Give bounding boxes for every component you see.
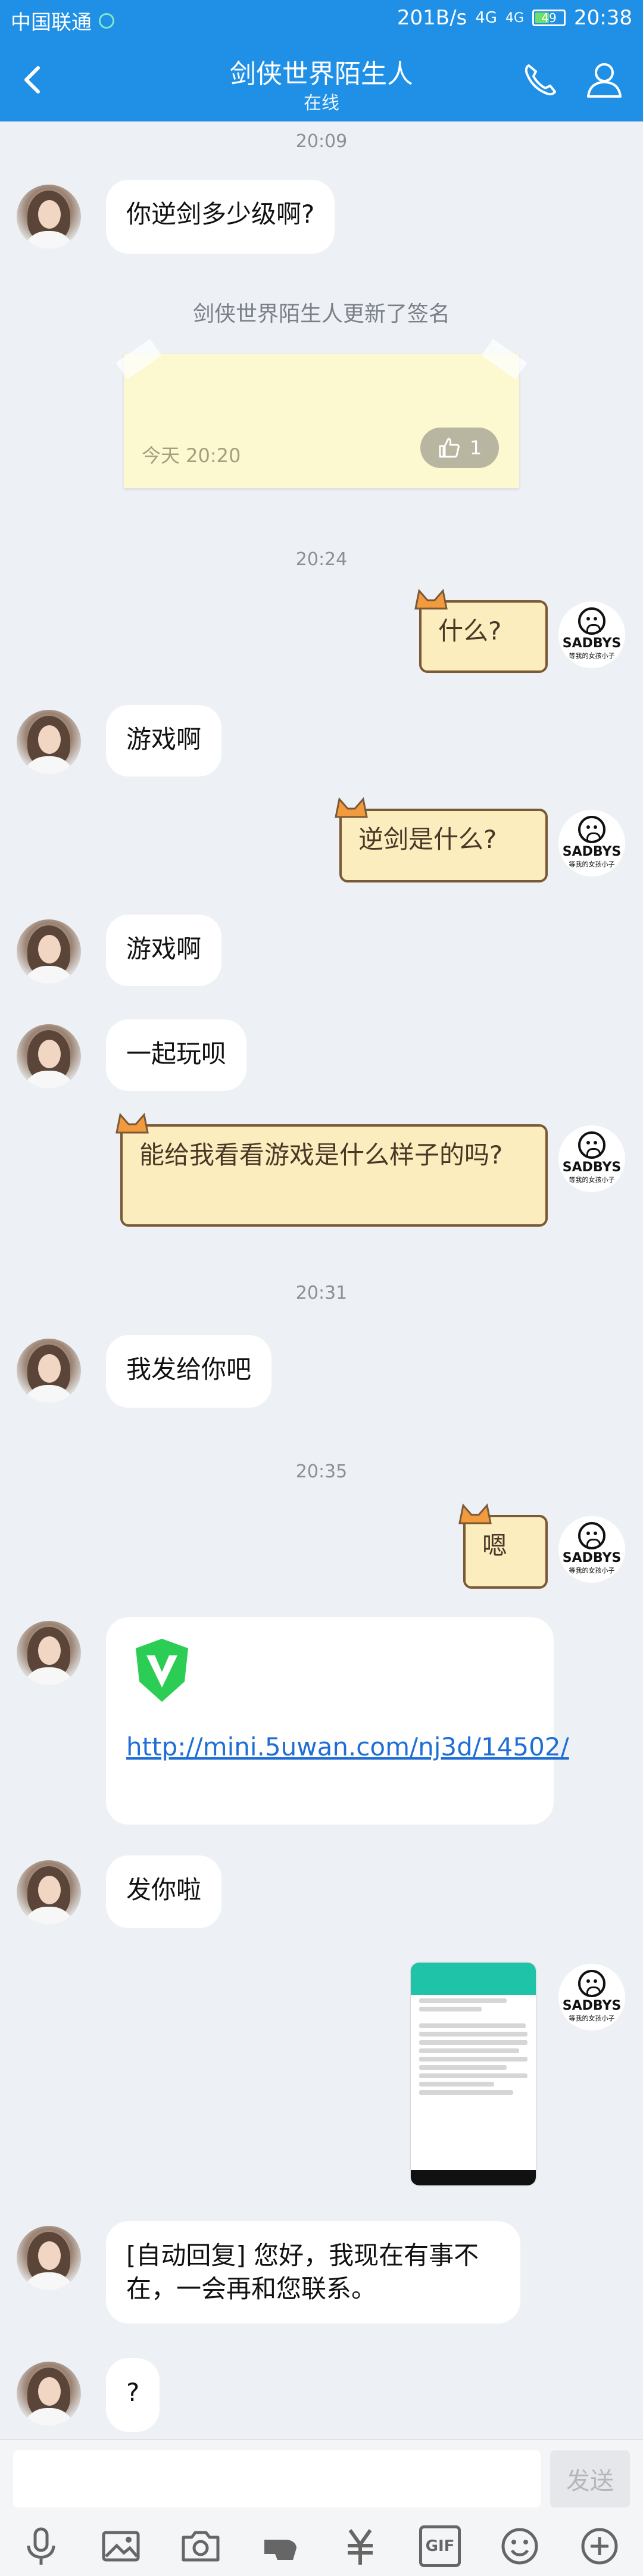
- image-icon[interactable]: [100, 2525, 142, 2567]
- chat-header: 剑侠世界陌生人 在线: [0, 39, 643, 121]
- message-text: 嗯: [482, 1531, 508, 1560]
- message-bubble-incoming[interactable]: [自动回复] 您好，我现在有事不在，一会再和您联系。: [106, 2221, 520, 2324]
- avatar-tag-text: 等我的女孩小子: [569, 1176, 615, 1184]
- message-bubble-incoming[interactable]: 游戏啊: [106, 915, 222, 986]
- avatar-tag-text: 等我的女孩小子: [569, 860, 615, 868]
- timestamp: 20:24: [295, 549, 348, 570]
- contact-avatar[interactable]: [17, 1024, 81, 1089]
- yuan-icon[interactable]: [339, 2525, 381, 2567]
- profile-icon[interactable]: [583, 58, 625, 100]
- message-bubble-incoming[interactable]: 你逆剑多少级啊?: [106, 180, 335, 254]
- my-avatar[interactable]: SADBYS 等我的女孩小子: [558, 1964, 625, 2031]
- message-text: 逆剑是什么?: [358, 825, 497, 854]
- battery-icon: 49: [532, 10, 566, 26]
- status-bar: 中国联通 201B/s 4G 4G 49 20:38: [0, 0, 643, 39]
- timestamp: 20:31: [295, 1283, 348, 1303]
- avatar-tag-text: 等我的女孩小子: [569, 2014, 615, 2022]
- thumbs-up-icon: [439, 438, 460, 458]
- contact-avatar[interactable]: [17, 1860, 81, 1925]
- avatar-brand-text: SADBYS: [562, 844, 622, 859]
- message-bubble-link[interactable]: http://mini.5uwan.com/nj3d/14502/: [106, 1617, 569, 1825]
- timestamp: 20:35: [295, 1461, 348, 1482]
- emoji-icon[interactable]: [499, 2525, 541, 2567]
- message-bubble-incoming[interactable]: 我发给你吧: [106, 1335, 272, 1408]
- message-link[interactable]: http://mini.5uwan.com/nj3d/14502/: [126, 1732, 569, 1761]
- contact-avatar[interactable]: [17, 185, 81, 249]
- message-bubble-incoming[interactable]: 发你啦: [106, 1855, 222, 1928]
- message-bubble-outgoing[interactable]: 能给我看看游戏是什么样子的吗?: [116, 1112, 548, 1227]
- note-date: 今天 20:20: [142, 444, 241, 467]
- message-text: 能给我看看游戏是什么样子的吗?: [139, 1140, 503, 1170]
- phone-call-icon[interactable]: [520, 61, 560, 100]
- composer-toolbar: GIF: [0, 2519, 643, 2573]
- message-bubble-outgoing[interactable]: 什么?: [414, 588, 548, 673]
- message-bubble-incoming[interactable]: ?: [106, 2358, 160, 2432]
- my-avatar[interactable]: SADBYS 等我的女孩小子: [558, 601, 625, 668]
- battery-level: 49: [541, 11, 557, 25]
- message-bubble-outgoing[interactable]: 嗯: [458, 1503, 548, 1589]
- message-bubble-outgoing[interactable]: 逆剑是什么?: [335, 797, 548, 882]
- contact-avatar[interactable]: [17, 1621, 81, 1685]
- network-type: 4G: [475, 9, 497, 27]
- contact-avatar[interactable]: [17, 2226, 81, 2290]
- system-notice: 剑侠世界陌生人更新了签名: [192, 302, 450, 326]
- avatar-brand-text: SADBYS: [562, 1551, 622, 1565]
- my-avatar[interactable]: SADBYS 等我的女孩小子: [558, 1125, 625, 1192]
- signature-note-card[interactable]: 今天 20:20 1: [116, 338, 527, 488]
- clock: 20:38: [574, 6, 632, 30]
- avatar-brand-text: SADBYS: [562, 1998, 622, 2013]
- network-speed: 201B/s: [397, 6, 467, 30]
- cat-ears-icon: [414, 588, 448, 610]
- timestamp: 20:09: [295, 131, 348, 152]
- my-avatar[interactable]: SADBYS 等我的女孩小子: [558, 1516, 625, 1583]
- my-avatar[interactable]: SADBYS 等我的女孩小子: [558, 810, 625, 877]
- contact-avatar[interactable]: [17, 919, 81, 984]
- status-dot-icon: [99, 13, 114, 29]
- contact-avatar[interactable]: [17, 2362, 81, 2426]
- cat-ears-icon: [116, 1112, 149, 1134]
- app-logo-icon: [136, 1639, 188, 1702]
- message-bubble-incoming[interactable]: 一起玩呗: [106, 1019, 247, 1091]
- avatar-tag-text: 等我的女孩小子: [569, 1567, 615, 1574]
- plus-icon[interactable]: [579, 2525, 620, 2567]
- contact-avatar[interactable]: [17, 1339, 81, 1403]
- avatar-brand-text: SADBYS: [562, 1160, 622, 1175]
- image-message-thumbnail[interactable]: [411, 1963, 536, 2185]
- network-type-2: 4G: [505, 10, 525, 26]
- like-button[interactable]: 1: [420, 428, 499, 468]
- hongbao-icon[interactable]: [260, 2525, 301, 2567]
- cat-ears-icon: [335, 797, 368, 818]
- message-bubble-incoming[interactable]: 游戏啊: [106, 705, 222, 776]
- composer: 发送 GIF: [0, 2439, 643, 2576]
- like-count: 1: [469, 436, 482, 459]
- message-text: 什么?: [438, 616, 502, 645]
- carrier-label: 中国联通: [11, 11, 92, 35]
- avatar-tag-text: 等我的女孩小子: [569, 652, 615, 660]
- cat-ears-icon: [458, 1503, 492, 1524]
- avatar-brand-text: SADBYS: [562, 636, 622, 651]
- message-input[interactable]: [13, 2450, 541, 2508]
- send-button[interactable]: 发送: [550, 2450, 630, 2508]
- gif-icon[interactable]: GIF: [419, 2525, 461, 2567]
- mic-icon[interactable]: [20, 2525, 62, 2567]
- contact-avatar[interactable]: [17, 710, 81, 774]
- camera-icon[interactable]: [180, 2525, 221, 2567]
